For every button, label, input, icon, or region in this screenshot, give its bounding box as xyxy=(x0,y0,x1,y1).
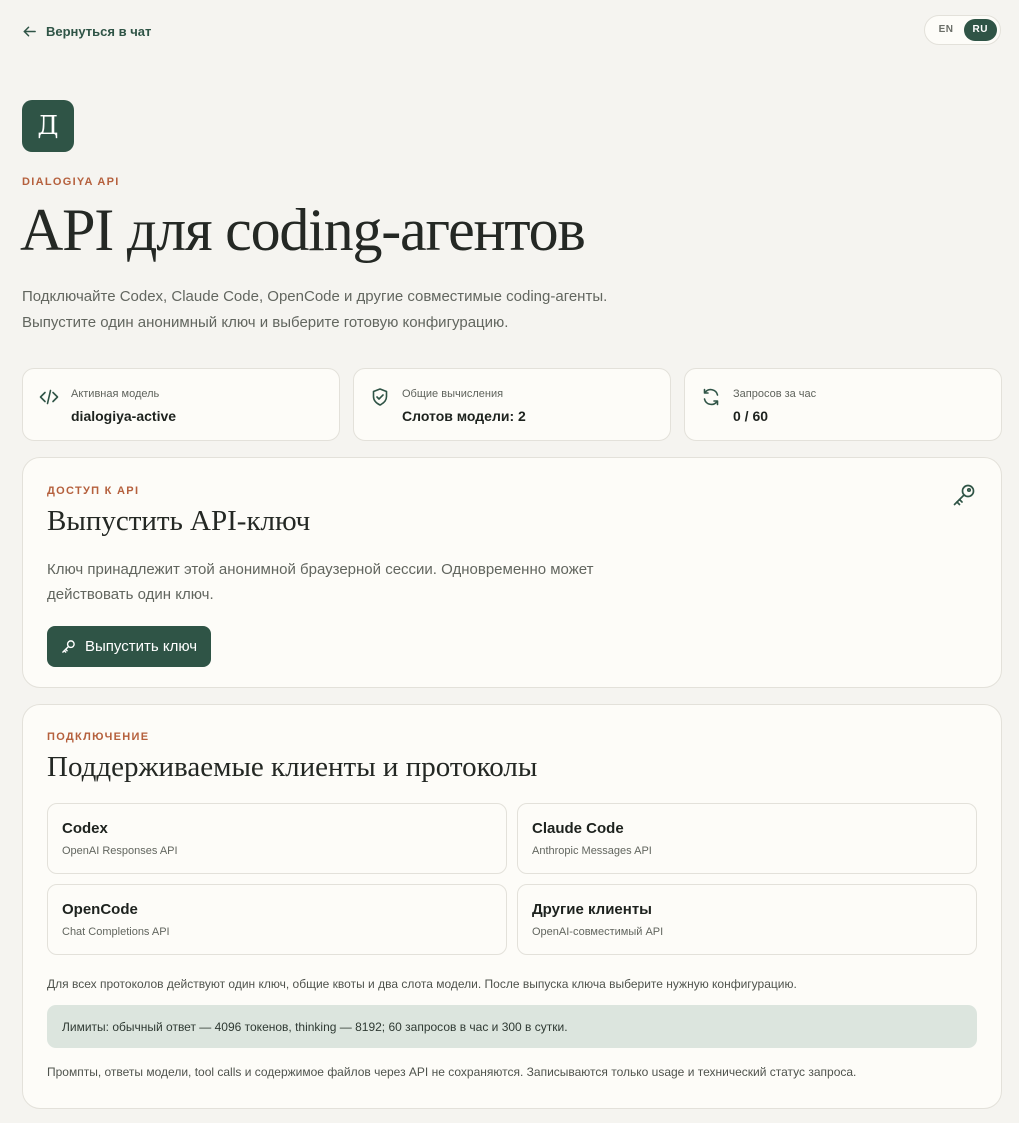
stat-label: Общие вычисления xyxy=(402,388,504,400)
stats-row: Активная модель dialogiya-active Общие в… xyxy=(22,368,1002,441)
client-protocol: Anthropic Messages API xyxy=(532,845,652,857)
stat-value: 0 / 60 xyxy=(733,408,769,424)
issue-key-button[interactable]: Выпустить ключ xyxy=(47,626,212,667)
client-name: OpenCode xyxy=(62,901,138,918)
code-icon xyxy=(39,389,59,405)
stat-active-model: Активная модель dialogiya-active xyxy=(22,368,340,441)
access-title: Выпустить API-ключ xyxy=(47,505,311,537)
connection-eyebrow: ПОДКЛЮЧЕНИЕ xyxy=(47,731,150,743)
limits-text: Лимиты: обычный ответ — 4096 токенов, th… xyxy=(62,1019,568,1034)
access-eyebrow: ДОСТУП К API xyxy=(47,485,140,497)
key-icon xyxy=(62,640,75,653)
access-description: Ключ принадлежит этой анонимной браузерн… xyxy=(47,557,667,607)
brand-logo: Д xyxy=(22,100,74,152)
shield-check-icon xyxy=(372,388,388,406)
stat-label: Запросов за час xyxy=(733,388,817,400)
back-link-label: Вернуться в чат xyxy=(46,23,152,39)
client-name: Другие клиенты xyxy=(532,901,652,918)
privacy-note: Промпты, ответы модели, tool calls и сод… xyxy=(47,1065,857,1079)
stat-label: Активная модель xyxy=(71,388,160,400)
refresh-icon xyxy=(703,388,719,406)
issue-key-label: Выпустить ключ xyxy=(85,638,198,655)
limits-banner: Лимиты: обычный ответ — 4096 токенов, th… xyxy=(47,1005,977,1048)
connection-panel: ПОДКЛЮЧЕНИЕ Поддерживаемые клиенты и про… xyxy=(22,704,1002,1109)
protocols-note: Для всех протоколов действуют один ключ,… xyxy=(47,977,797,991)
hero-eyebrow: DIALOGIYA API xyxy=(22,176,120,188)
client-card-claude-code[interactable]: Claude Code Anthropic Messages API xyxy=(517,803,977,874)
hero-description-line-2: Выпустите один анонимный ключ и выберите… xyxy=(22,314,509,331)
language-switch: EN RU xyxy=(923,15,1001,45)
stat-shared-compute: Общие вычисления Слотов модели: 2 xyxy=(353,368,671,441)
client-protocol: Chat Completions API xyxy=(62,926,170,938)
client-card-codex[interactable]: Codex OpenAI Responses API xyxy=(47,803,507,874)
stat-value: dialogiya-active xyxy=(71,408,177,424)
clients-grid: Codex OpenAI Responses API Claude Code A… xyxy=(47,803,977,955)
lang-en-button[interactable]: EN xyxy=(933,19,960,41)
client-card-opencode[interactable]: OpenCode Chat Completions API xyxy=(47,884,507,955)
hero-description-line-1: Подключайте Codex, Claude Code, OpenCode… xyxy=(22,288,608,305)
connection-title: Поддерживаемые клиенты и протоколы xyxy=(47,751,538,783)
client-name: Codex xyxy=(62,820,108,837)
key-icon xyxy=(953,484,975,506)
stat-requests-per-hour: Запросов за час 0 / 60 xyxy=(684,368,1002,441)
client-protocol: OpenAI Responses API xyxy=(62,845,178,857)
client-card-other[interactable]: Другие клиенты OpenAI-совместимый API xyxy=(517,884,977,955)
access-description-line-2: действовать один ключ. xyxy=(47,586,214,603)
lang-ru-button[interactable]: RU xyxy=(963,19,997,41)
top-bar: Вернуться в чат EN RU xyxy=(22,14,1001,46)
stat-value: Слотов модели: 2 xyxy=(402,408,526,424)
api-access-panel: ДОСТУП К API Выпустить API-ключ Ключ при… xyxy=(22,457,1002,688)
hero-description: Подключайте Codex, Claude Code, OpenCode… xyxy=(22,284,722,336)
page-title: API для coding-агентов xyxy=(20,197,586,263)
client-name: Claude Code xyxy=(532,820,624,837)
client-protocol: OpenAI-совместимый API xyxy=(532,926,664,938)
back-to-chat-link[interactable]: Вернуться в чат xyxy=(22,22,151,39)
arrow-left-icon xyxy=(23,26,36,36)
access-description-line-1: Ключ принадлежит этой анонимной браузерн… xyxy=(47,561,594,578)
